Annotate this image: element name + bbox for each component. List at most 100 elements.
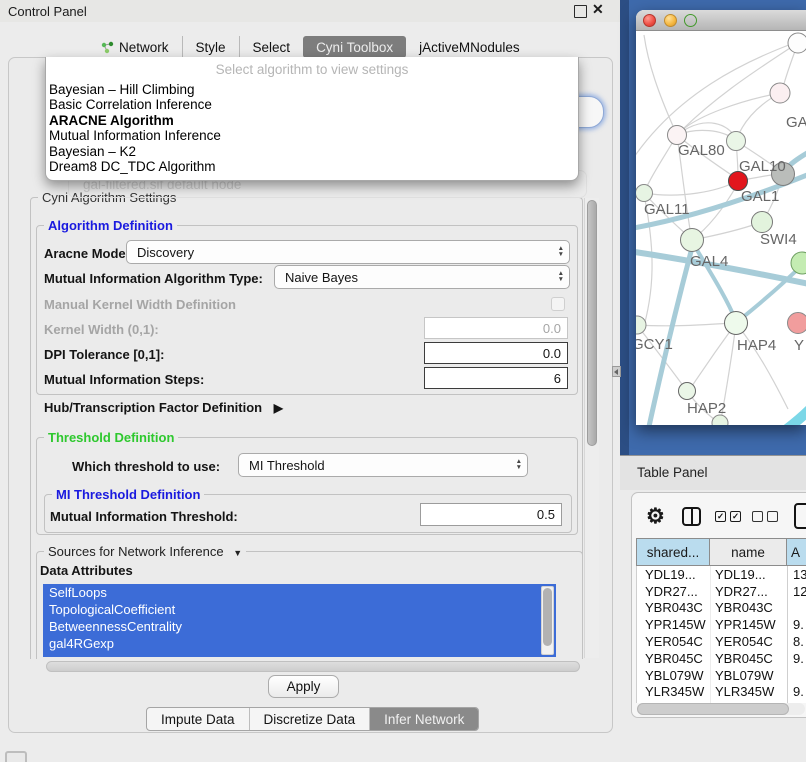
attribute-item-selected[interactable]: SelfLoops	[43, 584, 556, 601]
node-salmon[interactable]	[788, 313, 806, 334]
control-panel-titlebar: Control Panel ✕	[0, 0, 620, 22]
dropdown-item[interactable]: Mutual Information Inference	[46, 128, 578, 143]
stepper-icon: ▲▼	[558, 246, 564, 258]
kernel-width-label: Kernel Width (0,1):	[44, 322, 159, 337]
table-row[interactable]: YBL079WYBL079W	[637, 667, 806, 684]
app-screen: Control Panel ✕ Network Style Select Cyn…	[0, 0, 806, 762]
stepper-icon: ▲▼	[558, 271, 564, 283]
scrollbar-thumb[interactable]	[543, 588, 552, 646]
dropdown-item[interactable]: Bayesian – K2	[46, 144, 578, 159]
dropdown-item[interactable]: Dream8 DC_TDC Algorithm	[46, 159, 578, 174]
apply-button[interactable]: Apply	[268, 675, 339, 698]
mi-type-value: Naive Bayes	[285, 270, 358, 285]
network-icon	[101, 41, 114, 54]
table-body: YDL19...YDL19...13 YDR27...YDR27...12 YB…	[636, 566, 806, 703]
tab-jactivemnodules[interactable]: jActiveMNodules	[406, 36, 533, 58]
mi-threshold-value: 0.5	[537, 507, 555, 522]
dropdown-item[interactable]: Bayesian – Hill Climbing	[46, 82, 578, 97]
settings-horizontal-scrollbar[interactable]	[46, 661, 580, 672]
table-horizontal-scrollbar[interactable]	[637, 703, 805, 715]
table-panel-title: Table Panel	[637, 465, 708, 480]
tab-impute-data-label: Impute Data	[161, 712, 235, 727]
close-icon[interactable]: ✕	[592, 1, 604, 18]
label-gal1: GAL1	[741, 188, 779, 205]
algorithm-dropdown-popup: Select algorithm to view settings Bayesi…	[45, 57, 579, 181]
scrollbar-thumb[interactable]	[637, 703, 789, 715]
node-gal4[interactable]	[681, 229, 704, 252]
table-row[interactable]: YPR145WYPR145W9.	[637, 616, 806, 633]
table-row[interactable]: YDR27...YDR27...12	[637, 583, 806, 600]
attribute-item-selected[interactable]: BetweennessCentrality	[43, 618, 556, 635]
mi-threshold-label: Mutual Information Threshold:	[50, 509, 238, 524]
table-row[interactable]: YBR045CYBR045C9.	[637, 650, 806, 667]
gear-icon[interactable]: ⚙	[646, 504, 665, 529]
kernel-width-field[interactable]: 0.0	[424, 317, 568, 339]
tab-select[interactable]: Select	[239, 36, 304, 58]
dropdown-item-selected[interactable]: ARACNE Algorithm	[46, 113, 578, 128]
table-panel-header: Table Panel	[620, 455, 806, 490]
which-threshold-select[interactable]: MI Threshold ▲▼	[238, 453, 528, 477]
deselect-all-checks-icon[interactable]	[752, 511, 778, 522]
which-threshold-label: Which threshold to use:	[72, 459, 220, 474]
node-top-partial[interactable]	[788, 33, 806, 53]
control-panel-tabs: Network Style Select Cyni Toolbox jActiv…	[88, 36, 533, 58]
network-view-window[interactable]: GAL GAL80 GAL10 GAL1 GAL11 SWI4 GAL4 GCY…	[636, 10, 806, 425]
tab-discretize-data[interactable]: Discretize Data	[250, 708, 371, 730]
tab-cyni-toolbox[interactable]: Cyni Toolbox	[303, 36, 406, 58]
collapsed-panel-icon[interactable]	[5, 751, 27, 762]
threshold-definition-title: Threshold Definition	[44, 430, 178, 445]
tab-style-label: Style	[196, 40, 226, 55]
panel-title: Control Panel	[8, 4, 87, 19]
tab-style[interactable]: Style	[182, 36, 239, 58]
column-header-partial[interactable]: A	[787, 539, 806, 565]
attribute-item-selected[interactable]: gal4RGexp	[43, 635, 556, 652]
network-window-titlebar[interactable]	[636, 10, 806, 31]
dropdown-item[interactable]: Basic Correlation Inference	[46, 97, 578, 112]
tab-impute-data[interactable]: Impute Data	[147, 708, 250, 730]
label-gcy1: GCY1	[636, 336, 673, 353]
node-gal10[interactable]	[727, 132, 746, 151]
tab-infer-network[interactable]: Infer Network	[370, 708, 478, 730]
node-hap4[interactable]	[725, 312, 748, 335]
mi-type-select[interactable]: Naive Bayes ▲▼	[274, 265, 570, 289]
attribute-item-selected[interactable]: TopologicalCoefficient	[43, 601, 556, 618]
new-table-icon[interactable]	[794, 503, 806, 529]
desktop-edge-strip	[620, 0, 629, 456]
node-swi4[interactable]	[752, 212, 773, 233]
mi-steps-field[interactable]: 6	[424, 367, 568, 389]
node-hap2[interactable]	[679, 383, 696, 400]
bottom-tab-bar: Impute Data Discretize Data Infer Networ…	[146, 707, 479, 731]
scrollbar-thumb[interactable]	[587, 200, 597, 446]
tab-infer-network-label: Infer Network	[384, 712, 464, 727]
select-all-checks-icon[interactable]: ✓✓	[715, 511, 741, 522]
aracne-mode-select[interactable]: Discovery ▲▼	[126, 240, 570, 264]
tab-network[interactable]: Network	[88, 36, 182, 58]
table-row[interactable]: YER054CYER054C8.	[637, 633, 806, 650]
manual-kernel-checkbox[interactable]	[551, 297, 565, 311]
node-right-green[interactable]	[791, 252, 806, 274]
table-row[interactable]: YDL19...YDL19...13	[637, 566, 806, 583]
split-columns-icon[interactable]	[682, 507, 701, 526]
algorithm-select-fragment[interactable]	[576, 96, 604, 128]
column-header-shared-name[interactable]: shared...	[637, 539, 710, 565]
dpi-tolerance-field[interactable]: 0.0	[424, 342, 568, 364]
close-traffic-icon[interactable]	[643, 14, 656, 27]
table-row[interactable]: YBR043CYBR043C	[637, 600, 806, 617]
table-row[interactable]: YLR345WYLR345W9.	[637, 684, 806, 701]
zoom-traffic-icon[interactable]	[684, 14, 697, 27]
node-gal11[interactable]	[636, 185, 653, 202]
node-gcy1[interactable]	[636, 316, 646, 334]
minimize-traffic-icon[interactable]	[664, 14, 677, 27]
column-header-name[interactable]: name	[710, 539, 787, 565]
float-window-icon[interactable]	[574, 5, 587, 18]
split-pane-collapse-handle[interactable]	[612, 366, 621, 377]
collapse-arrow-icon: ▼	[233, 548, 242, 558]
mi-threshold-field[interactable]: 0.5	[420, 503, 562, 526]
hub-definition-toggle[interactable]: Hub/Transcription Factor Definition ▶	[44, 400, 283, 415]
network-canvas[interactable]: GAL GAL80 GAL10 GAL1 GAL11 SWI4 GAL4 GCY…	[636, 31, 806, 425]
data-attributes-label: Data Attributes	[40, 563, 133, 578]
node-gal-top[interactable]	[770, 83, 790, 103]
sources-group-title[interactable]: Sources for Network Inference ▼	[44, 544, 246, 559]
attribute-list-scrollbar[interactable]	[541, 586, 554, 655]
settings-vertical-scrollbar[interactable]	[584, 198, 599, 658]
